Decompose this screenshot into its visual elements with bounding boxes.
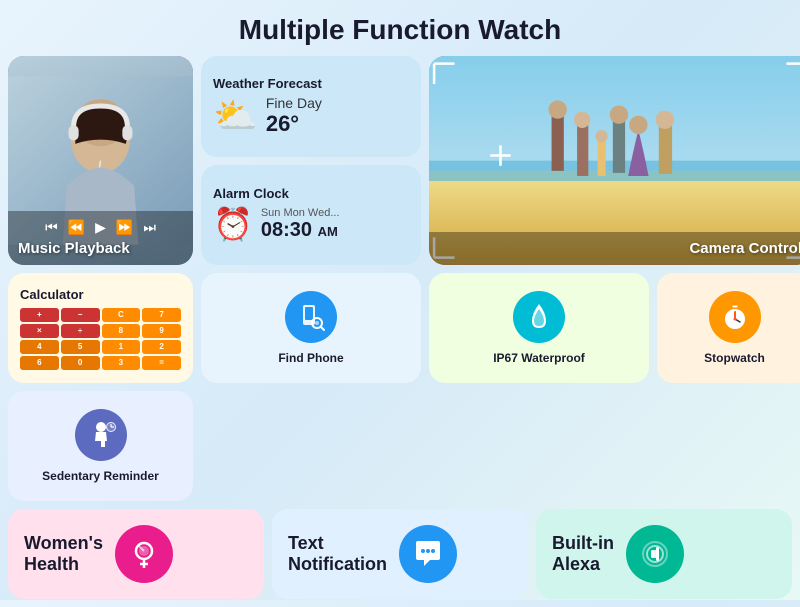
weather-temperature: 26° [266,111,322,137]
calculator-grid: + − C 7 × ÷ 8 9 4 5 1 2 6 0 3 = [20,308,181,370]
calc-btn[interactable]: 6 [20,356,59,370]
music-label: Music Playback [18,240,183,257]
calc-btn[interactable]: 8 [102,324,141,338]
find-phone-icon [285,291,337,343]
text-notification-label: Text Notification [288,533,387,576]
alexa-label: Built-in Alexa [552,533,614,576]
sedentary-label: Sedentary Reminder [42,469,159,483]
womens-health-card[interactable]: Women's Health [8,509,264,599]
calc-btn[interactable]: 4 [20,340,59,354]
fast-forward-button[interactable]: ⏩ [116,219,133,236]
calc-btn[interactable]: − [61,308,100,322]
waterproof-label: IP67 Waterproof [493,351,585,365]
camera-card: Camera Control [429,56,800,265]
waterproof-card[interactable]: IP67 Waterproof [429,273,649,383]
calc-btn[interactable]: 2 [142,340,181,354]
phone-search-icon [296,302,326,332]
music-card: ⏮ ⏪ ▶ ⏩ ⏭ Music Playback [8,56,193,265]
water-drop-icon [524,301,554,333]
camera-label: Camera Control [439,240,800,257]
calculator-title: Calculator [20,287,84,302]
alarm-title: Alarm Clock [213,186,409,201]
calc-btn[interactable]: = [142,356,181,370]
calc-btn[interactable]: C [102,308,141,322]
person-sitting-icon [85,419,117,451]
bottom-row: Women's Health Text Notification [0,509,800,607]
rewind-button[interactable]: ⏪ [68,219,85,236]
alarm-card: Alarm Clock ⏰ Sun Mon Wed... 08:30 AM [201,165,421,266]
calculator-card: Calculator + − C 7 × ÷ 8 9 4 5 1 2 6 0 3… [8,273,193,383]
stopwatch-card[interactable]: Stopwatch [657,273,800,383]
music-overlay: ⏮ ⏪ ▶ ⏩ ⏭ Music Playback [8,211,193,265]
sedentary-card[interactable]: Sedentary Reminder [8,391,193,501]
find-phone-label: Find Phone [278,351,343,365]
alexa-card[interactable]: Built-in Alexa [536,509,792,599]
prev-track-button[interactable]: ⏮ [45,219,58,236]
alarm-icon: ⏰ [213,205,253,243]
play-button[interactable]: ▶ [95,219,106,236]
womens-health-label: Women's Health [24,533,103,576]
main-grid: Weather Forecast ⛅ Fine Day 26° [0,56,800,509]
weather-icon: ⛅ [213,95,258,137]
calc-btn[interactable]: 3 [102,356,141,370]
page-title: Multiple Function Watch [0,0,800,56]
alarm-days: Sun Mon Wed... [261,207,340,219]
calc-btn[interactable]: 5 [61,340,100,354]
calc-btn[interactable]: × [20,324,59,338]
waterproof-icon [513,291,565,343]
female-symbol-icon [128,538,160,570]
stopwatch-icon [709,291,761,343]
sedentary-icon [75,409,127,461]
music-controls: ⏮ ⏪ ▶ ⏩ ⏭ [18,219,183,236]
camera-overlay: Camera Control [429,232,800,265]
text-notification-icon [399,525,457,583]
calc-btn[interactable]: + [20,308,59,322]
calc-btn[interactable]: 1 [102,340,141,354]
weather-title: Weather Forecast [213,76,409,91]
calc-btn[interactable]: 0 [61,356,100,370]
next-track-button[interactable]: ⏭ [143,219,156,236]
womens-health-icon [115,525,173,583]
calc-btn[interactable]: 9 [142,324,181,338]
weather-card: Weather Forecast ⛅ Fine Day 26° [201,56,421,157]
alexa-icon [626,525,684,583]
stopwatch-label: Stopwatch [704,351,765,365]
alarm-time: 08:30 AM [261,219,340,242]
calc-btn[interactable]: 7 [142,308,181,322]
find-phone-card[interactable]: Find Phone [201,273,421,383]
calc-btn[interactable]: ÷ [61,324,100,338]
stopwatch-svg-icon [720,301,750,333]
text-notification-card[interactable]: Text Notification [272,509,528,599]
chat-bubble-icon [412,538,444,570]
weather-condition: Fine Day [266,95,322,111]
alexa-symbol-icon [639,538,671,570]
